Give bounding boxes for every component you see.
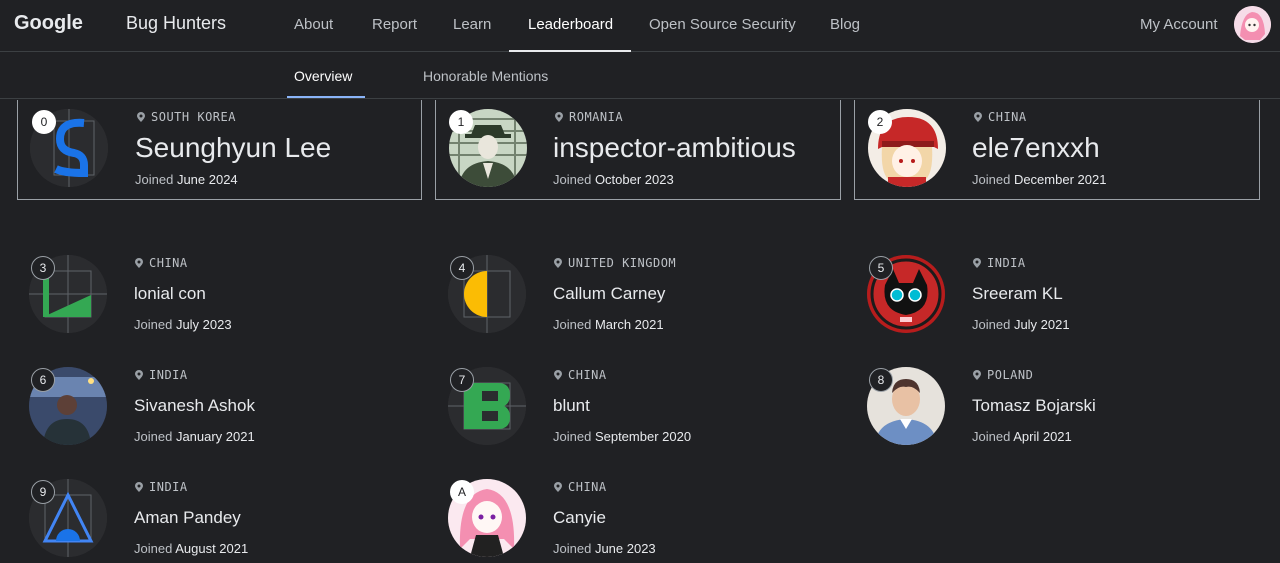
- hunter-name[interactable]: Seunghyun Lee: [135, 132, 331, 164]
- country-name: ROMANIA: [569, 110, 624, 124]
- nav-report[interactable]: Report: [372, 16, 417, 33]
- country-label: INDIA: [973, 256, 1026, 270]
- hunter-name[interactable]: ele7enxxh: [972, 132, 1100, 164]
- rank-badge: 8: [869, 368, 893, 392]
- user-avatar[interactable]: [1234, 6, 1271, 43]
- hunter-name[interactable]: Sivanesh Ashok: [134, 396, 255, 416]
- joined-date: Joined December 2021: [972, 172, 1107, 187]
- sub-navigation: Overview Honorable Mentions: [0, 53, 1280, 99]
- rank-badge: 6: [31, 368, 55, 392]
- active-subtab-indicator: [287, 96, 365, 98]
- tab-overview[interactable]: Overview: [294, 68, 352, 84]
- leaderboard-card-top[interactable]: 1 ROMANIA inspector-ambitious Joined Oct…: [435, 100, 841, 200]
- joined-date: Joined October 2023: [553, 172, 674, 187]
- google-logo[interactable]: Google: [14, 12, 83, 35]
- hunter-name[interactable]: Tomasz Bojarski: [972, 396, 1096, 416]
- leaderboard-card[interactable]: 3 CHINA lonial con Joined July 2023: [29, 255, 409, 335]
- leaderboard-card-top[interactable]: 0 SOUTH KOREA Seunghyun Lee Joined June …: [17, 100, 422, 200]
- joined-date: Joined June 2023: [553, 541, 656, 556]
- country-name: POLAND: [987, 368, 1034, 382]
- country-name: CHINA: [988, 110, 1027, 124]
- location-pin-icon: [973, 258, 981, 268]
- location-pin-icon: [555, 112, 563, 122]
- hunter-name[interactable]: Canyie: [553, 508, 606, 528]
- location-pin-icon: [137, 112, 145, 122]
- joined-date: Joined July 2021: [972, 317, 1070, 332]
- joined-date: Joined January 2021: [134, 429, 255, 444]
- country-name: INDIA: [149, 480, 188, 494]
- location-pin-icon: [135, 370, 143, 380]
- location-pin-icon: [135, 258, 143, 268]
- joined-date: Joined June 2024: [135, 172, 238, 187]
- leaderboard-card[interactable]: 7 CHINA blunt Joined September 2020: [448, 367, 828, 447]
- location-pin-icon: [974, 112, 982, 122]
- hunter-name[interactable]: inspector-ambitious: [553, 132, 796, 164]
- joined-date: Joined July 2023: [134, 317, 232, 332]
- country-name: CHINA: [149, 256, 188, 270]
- country-name: INDIA: [149, 368, 188, 382]
- location-pin-icon: [554, 370, 562, 380]
- location-pin-icon: [554, 482, 562, 492]
- rank-badge: 2: [868, 110, 892, 134]
- site-name[interactable]: Bug Hunters: [126, 13, 226, 34]
- location-pin-icon: [135, 482, 143, 492]
- country-name: SOUTH KOREA: [151, 110, 236, 124]
- nav-blog[interactable]: Blog: [830, 16, 860, 33]
- leaderboard-card[interactable]: 4 UNITED KINGDOM Callum Carney Joined Ma…: [448, 255, 828, 335]
- nav-open-source-security[interactable]: Open Source Security: [649, 16, 796, 33]
- joined-date: Joined September 2020: [553, 429, 692, 444]
- hunter-name[interactable]: Callum Carney: [553, 284, 665, 304]
- hunter-name[interactable]: lonial con: [134, 284, 206, 304]
- hunter-name[interactable]: Sreeram KL: [972, 284, 1063, 304]
- hunter-name[interactable]: blunt: [553, 396, 590, 416]
- my-account-link[interactable]: My Account: [1140, 16, 1218, 33]
- joined-date: Joined April 2021: [972, 429, 1072, 444]
- country-label: SOUTH KOREA: [137, 110, 236, 124]
- country-label: CHINA: [135, 256, 188, 270]
- leaderboard-card[interactable]: A CHINA Canyie Joined June 2023: [448, 479, 828, 559]
- leaderboard-card[interactable]: 6 INDIA Sivanesh Ashok Joined January 20…: [29, 367, 409, 447]
- tab-honorable-mentions[interactable]: Honorable Mentions: [423, 68, 548, 84]
- active-tab-indicator: [509, 50, 631, 52]
- location-pin-icon: [554, 258, 562, 268]
- rank-badge: 7: [450, 368, 474, 392]
- country-name: CHINA: [568, 368, 607, 382]
- rank-badge: 3: [31, 256, 55, 280]
- rank-badge: 0: [32, 110, 56, 134]
- nav-learn[interactable]: Learn: [453, 16, 491, 33]
- rank-badge: 4: [450, 256, 474, 280]
- leaderboard-card-top[interactable]: 2 CHINA ele7enxxh Joined December 2021: [854, 100, 1260, 200]
- leaderboard-card[interactable]: 8 POLAND Tomasz Bojarski Joined April 20…: [867, 367, 1247, 447]
- hunter-name[interactable]: Aman Pandey: [134, 508, 241, 528]
- country-label: ROMANIA: [555, 110, 623, 124]
- location-pin-icon: [973, 370, 981, 380]
- country-label: CHINA: [974, 110, 1027, 124]
- rank-badge: 9: [31, 480, 55, 504]
- rank-badge: 1: [449, 110, 473, 134]
- top-navigation: Google Bug Hunters About Report Learn Le…: [0, 0, 1280, 52]
- country-name: INDIA: [987, 256, 1026, 270]
- country-name: CHINA: [568, 480, 607, 494]
- leaderboard-card[interactable]: 9 INDIA Aman Pandey Joined August 2021: [29, 479, 409, 559]
- country-name: UNITED KINGDOM: [568, 256, 677, 270]
- country-label: CHINA: [554, 368, 607, 382]
- rank-badge: A: [450, 480, 474, 504]
- country-label: INDIA: [135, 480, 188, 494]
- country-label: INDIA: [135, 368, 188, 382]
- rank-badge: 5: [869, 256, 893, 280]
- country-label: UNITED KINGDOM: [554, 256, 676, 270]
- joined-date: Joined March 2021: [553, 317, 664, 332]
- joined-date: Joined August 2021: [134, 541, 249, 556]
- country-label: POLAND: [973, 368, 1033, 382]
- country-label: CHINA: [554, 480, 607, 494]
- leaderboard-card[interactable]: 5 INDIA Sreeram KL Joined July 2021: [867, 255, 1247, 335]
- nav-leaderboard[interactable]: Leaderboard: [528, 16, 613, 33]
- nav-about[interactable]: About: [294, 16, 333, 33]
